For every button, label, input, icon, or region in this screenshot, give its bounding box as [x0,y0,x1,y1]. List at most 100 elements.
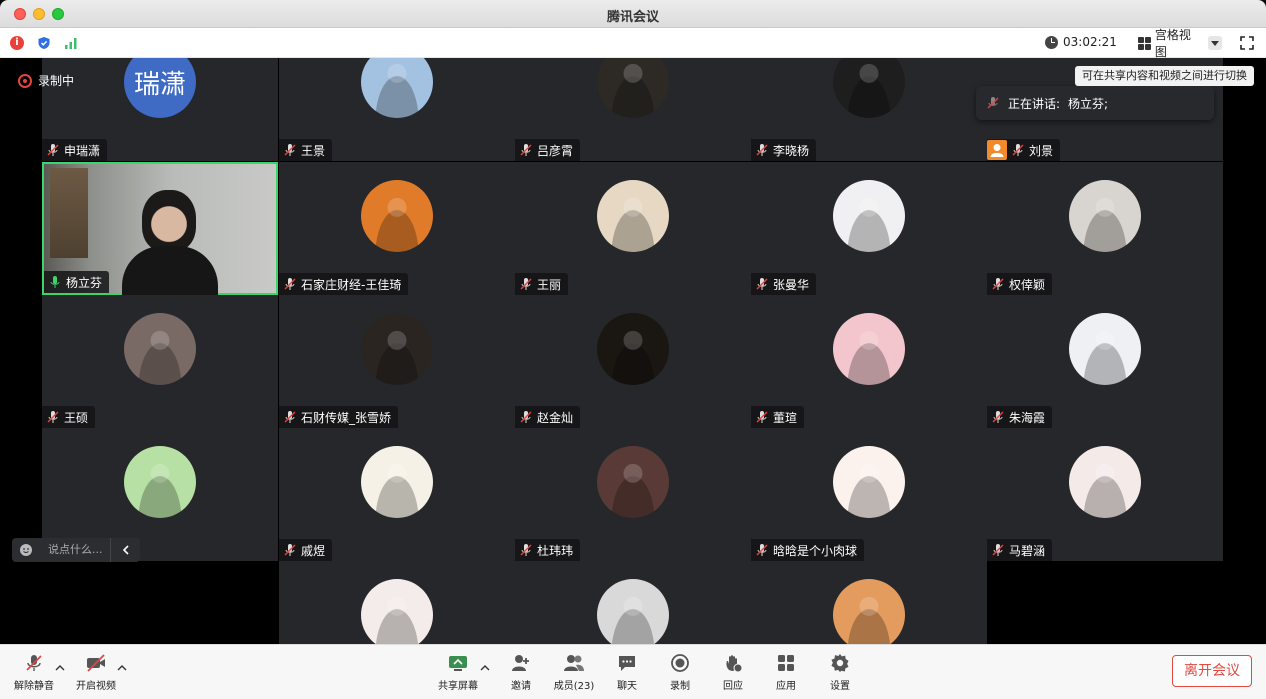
participant-name: 王硕 [64,410,89,425]
participant-tile[interactable] [279,561,515,644]
members-button[interactable]: 成员(23) [548,651,600,695]
mic-muted-icon [992,278,1004,290]
participant-tile[interactable]: 杨立芬 [42,162,278,297]
chat-button[interactable]: 聊天 [601,651,653,695]
meeting-info-bar: i 03:02:21 宫格视图 [0,28,1266,59]
participant-avatar [361,313,433,385]
participant-avatar [1069,313,1141,385]
person-icon [987,140,1007,160]
participant-name-tag: 杨立芬 [44,271,110,293]
participant-tile[interactable]: 权倖颖 [987,162,1223,295]
mic-muted-icon [284,278,296,290]
participant-avatar [361,58,433,118]
chevron-left-icon [122,545,129,555]
apps-button[interactable]: 应用 [760,651,812,695]
participant-name-tag: 王景 [279,139,333,161]
mic-muted-icon [520,411,532,423]
share-screen-button[interactable]: 共享屏幕 [432,651,484,695]
participant-tile[interactable]: 张曼华 [751,162,987,295]
emoji-button[interactable] [12,538,40,562]
participant-name-tag: 马碧涵 [987,539,1053,561]
start-video-label: 开启视频 [76,681,116,692]
chevron-down-icon [1208,36,1222,50]
recording-indicator: 录制中 [18,72,74,89]
participant-tile[interactable]: 瑞潇申瑞潇 [42,58,278,161]
apps-label: 应用 [776,681,796,692]
share-screen-label: 共享屏幕 [438,681,478,692]
participant-tile[interactable]: 王丽 [515,162,751,295]
participant-tile[interactable]: 朱海霞 [987,295,1223,428]
participant-tile[interactable]: 石财传媒_张雪娇 [279,295,515,428]
video-options-chevron-icon[interactable] [117,663,127,673]
participant-name: 张曼华 [773,277,810,292]
participant-tile[interactable]: 王景 [279,58,515,161]
quick-chat-input[interactable]: 说点什么... [40,538,110,562]
mic-muted-icon [520,144,532,156]
fullscreen-icon[interactable] [1240,36,1254,50]
recording-label: 录制中 [38,74,75,88]
view-switch-tooltip: 可在共享内容和视频之间进行切换 [1075,66,1254,86]
participant-avatar [833,446,905,518]
participant-name: 马碧涵 [1009,543,1046,558]
mic-muted-icon [992,544,1004,556]
share-options-chevron-icon[interactable] [480,663,490,673]
participant-name-tag: 张曼华 [751,273,817,295]
participant-name: 吕彦霄 [537,143,574,158]
participant-tile[interactable]: 李晓杨 [751,58,987,161]
grid-view-icon [1138,36,1151,50]
participant-tile[interactable]: 杜玮玮 [515,428,751,561]
view-mode-button[interactable]: 宫格视图 [1132,28,1222,59]
security-shield-icon[interactable] [37,36,51,50]
mic-muted-icon [284,544,296,556]
apps-icon [778,655,794,671]
participant-avatar [361,579,433,644]
participant-tile[interactable]: 吕彦霄 [515,58,751,161]
avatar-initials: 瑞潇 [133,69,186,100]
participant-name: 刘景 [1029,143,1054,158]
start-video-button[interactable]: 开启视频 [70,651,122,695]
leave-meeting-button[interactable]: 离开会议 [1172,655,1252,687]
mic-muted-icon [1012,144,1024,156]
record-button[interactable]: 录制 [654,651,706,695]
reactions-button[interactable]: 回应 [707,651,759,695]
mic-muted-icon [756,544,768,556]
participant-avatar [833,313,905,385]
participant-tile[interactable]: 晗晗是个小肉球 [751,428,987,561]
mic-muted-icon [756,411,768,423]
participant-avatar [361,446,433,518]
participant-tile[interactable]: 董瑄 [751,295,987,428]
participant-tile[interactable]: 石家庄财经-王佳琦 [279,162,515,295]
participant-tile[interactable]: 戚煜 [279,428,515,561]
timer-value: 03:02:21 [1063,35,1117,49]
share-screen-icon [449,656,467,671]
settings-button[interactable]: 设置 [814,651,866,695]
participant-name-tag: 权倖颖 [987,273,1053,295]
participant-tile[interactable] [751,561,987,644]
participant-name-tag: 董瑄 [751,406,805,428]
members-icon [564,655,584,671]
invite-button[interactable]: 邀请 [495,651,547,695]
participant-tile[interactable]: 赵金灿 [515,295,751,428]
participant-avatar [833,180,905,252]
participant-tile[interactable]: 马碧涵 [987,428,1223,561]
participant-name-tag: 朱海霞 [987,406,1053,428]
meeting-info-icon[interactable]: i [10,36,24,50]
collapse-button[interactable] [110,538,140,562]
participant-tile[interactable] [515,561,751,644]
window-titlebar: 腾讯会议 [0,0,1266,28]
audio-options-chevron-icon[interactable] [55,663,65,673]
mic-muted-icon [520,544,532,556]
mic-muted-icon [992,411,1004,423]
unmute-button[interactable]: 解除静音 [8,651,60,695]
participant-name: 朱海霞 [1009,410,1046,425]
participant-tile[interactable]: 王硕 [42,295,278,428]
video-grid: 录制中 瑞潇 申瑞潇 王景 吕彦霄 李晓杨 刘景 杨立芬 石家庄财经-王佳琦 王丽 张曼华 权倖颖王… [0,58,1266,644]
clock-icon [1045,35,1058,49]
participant-name: 董瑄 [773,410,798,425]
participant-name-tag: 王硕 [42,406,96,428]
participant-avatar [833,58,905,118]
participant-name: 申瑞潇 [64,143,101,158]
participant-name-tag: 李晓杨 [751,139,817,161]
participant-avatar [1069,446,1141,518]
network-signal-icon[interactable] [64,36,78,50]
